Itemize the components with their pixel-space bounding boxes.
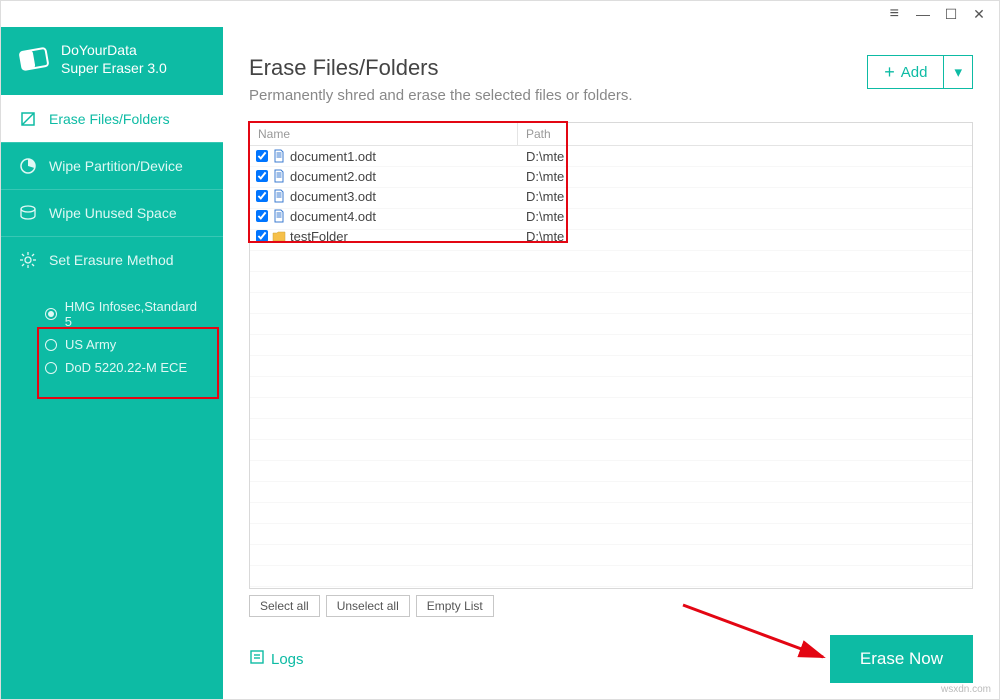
row-name: document2.odt	[290, 169, 376, 184]
page-title: Erase Files/Folders	[249, 55, 633, 81]
unselect-all-button[interactable]: Unselect all	[326, 595, 410, 617]
erase-icon	[19, 110, 37, 128]
column-header-path[interactable]: Path	[518, 123, 972, 145]
radio-icon	[45, 362, 57, 374]
document-icon	[272, 169, 286, 183]
gear-icon	[19, 251, 37, 269]
erase-now-button[interactable]: Erase Now	[830, 635, 973, 683]
row-name: document4.odt	[290, 209, 376, 224]
row-checkbox[interactable]	[256, 230, 268, 242]
erasure-method-group: HMG Infosec,Standard 5 US Army DoD 5220.…	[1, 283, 223, 379]
main-panel: Erase Files/Folders Permanently shred an…	[223, 27, 999, 699]
select-all-button[interactable]: Select all	[249, 595, 320, 617]
row-checkbox[interactable]	[256, 210, 268, 222]
method-option-hmg[interactable]: HMG Infosec,Standard 5	[45, 295, 205, 333]
logs-label: Logs	[271, 651, 304, 668]
app-window: ≡ — ☐ ✕ DoYourData Super Eraser 3.0 Eras…	[0, 0, 1000, 700]
column-header-name[interactable]: Name	[250, 123, 518, 145]
table-row[interactable]: document2.odt D:\mte	[250, 166, 972, 186]
logs-icon	[249, 649, 265, 669]
add-button[interactable]: + Add ▾	[867, 55, 973, 89]
row-checkbox[interactable]	[256, 150, 268, 162]
disk-icon	[19, 204, 37, 222]
row-name: document1.odt	[290, 149, 376, 164]
brand-text: DoYourData Super Eraser 3.0	[61, 41, 167, 77]
table-row[interactable]: document1.odt D:\mte	[250, 146, 972, 166]
app-body: DoYourData Super Eraser 3.0 Erase Files/…	[1, 27, 999, 699]
file-table: Name Path document1.odtD:\mtedocument2.o…	[249, 122, 973, 589]
sidebar: DoYourData Super Eraser 3.0 Erase Files/…	[1, 27, 223, 699]
add-button-label: Add	[901, 64, 928, 81]
method-label: US Army	[65, 337, 116, 352]
table-row[interactable]: document4.odt D:\mte	[250, 206, 972, 226]
pie-icon	[19, 157, 37, 175]
table-body: document1.odtD:\mtedocument2.odtD:\mtedo…	[250, 146, 972, 588]
app-name: DoYourData	[61, 41, 167, 59]
method-label: HMG Infosec,Standard 5	[65, 299, 205, 329]
sidebar-item-label: Set Erasure Method	[49, 252, 174, 268]
sidebar-item-wipe-unused[interactable]: Wipe Unused Space	[1, 189, 223, 236]
chevron-down-icon: ▾	[954, 63, 962, 81]
row-checkbox[interactable]	[256, 190, 268, 202]
sidebar-item-set-method[interactable]: Set Erasure Method	[1, 236, 223, 283]
row-checkbox[interactable]	[256, 170, 268, 182]
row-path: D:\mte	[518, 169, 972, 184]
titlebar: ≡ — ☐ ✕	[1, 1, 999, 27]
sidebar-item-label: Wipe Partition/Device	[49, 158, 183, 174]
folder-icon	[272, 229, 286, 243]
sidebar-item-label: Wipe Unused Space	[49, 205, 177, 221]
sidebar-item-erase-files[interactable]: Erase Files/Folders	[1, 95, 223, 142]
row-path: D:\mte	[518, 229, 972, 244]
menu-icon[interactable]: ≡	[890, 5, 899, 23]
empty-list-button[interactable]: Empty List	[416, 595, 494, 617]
close-button[interactable]: ✕	[965, 6, 993, 23]
logs-link[interactable]: Logs	[249, 649, 304, 669]
footer: Logs Erase Now	[249, 617, 973, 699]
radio-icon	[45, 339, 57, 351]
table-row[interactable]: testFolder D:\mte	[250, 226, 972, 246]
document-icon	[272, 209, 286, 223]
app-logo-icon	[14, 39, 53, 78]
table-row[interactable]: document3.odt D:\mte	[250, 186, 972, 206]
radio-icon	[45, 308, 57, 320]
row-name: testFolder	[290, 229, 348, 244]
list-actions: Select all Unselect all Empty List	[249, 589, 973, 617]
sidebar-item-label: Erase Files/Folders	[49, 111, 170, 127]
add-dropdown-toggle[interactable]: ▾	[943, 56, 972, 88]
row-path: D:\mte	[518, 149, 972, 164]
page-subtitle: Permanently shred and erase the selected…	[249, 87, 633, 104]
main-header: Erase Files/Folders Permanently shred an…	[249, 55, 973, 104]
method-label: DoD 5220.22-M ECE	[65, 360, 187, 375]
maximize-button[interactable]: ☐	[937, 6, 965, 23]
app-version: Super Eraser 3.0	[61, 59, 167, 77]
sidebar-item-wipe-partition[interactable]: Wipe Partition/Device	[1, 142, 223, 189]
row-name: document3.odt	[290, 189, 376, 204]
plus-icon: +	[884, 63, 895, 81]
row-path: D:\mte	[518, 209, 972, 224]
method-option-dod[interactable]: DoD 5220.22-M ECE	[45, 356, 205, 379]
row-path: D:\mte	[518, 189, 972, 204]
method-option-usarmy[interactable]: US Army	[45, 333, 205, 356]
brand: DoYourData Super Eraser 3.0	[1, 27, 223, 95]
document-icon	[272, 189, 286, 203]
table-header: Name Path	[250, 123, 972, 146]
minimize-button[interactable]: —	[909, 6, 937, 22]
document-icon	[272, 149, 286, 163]
